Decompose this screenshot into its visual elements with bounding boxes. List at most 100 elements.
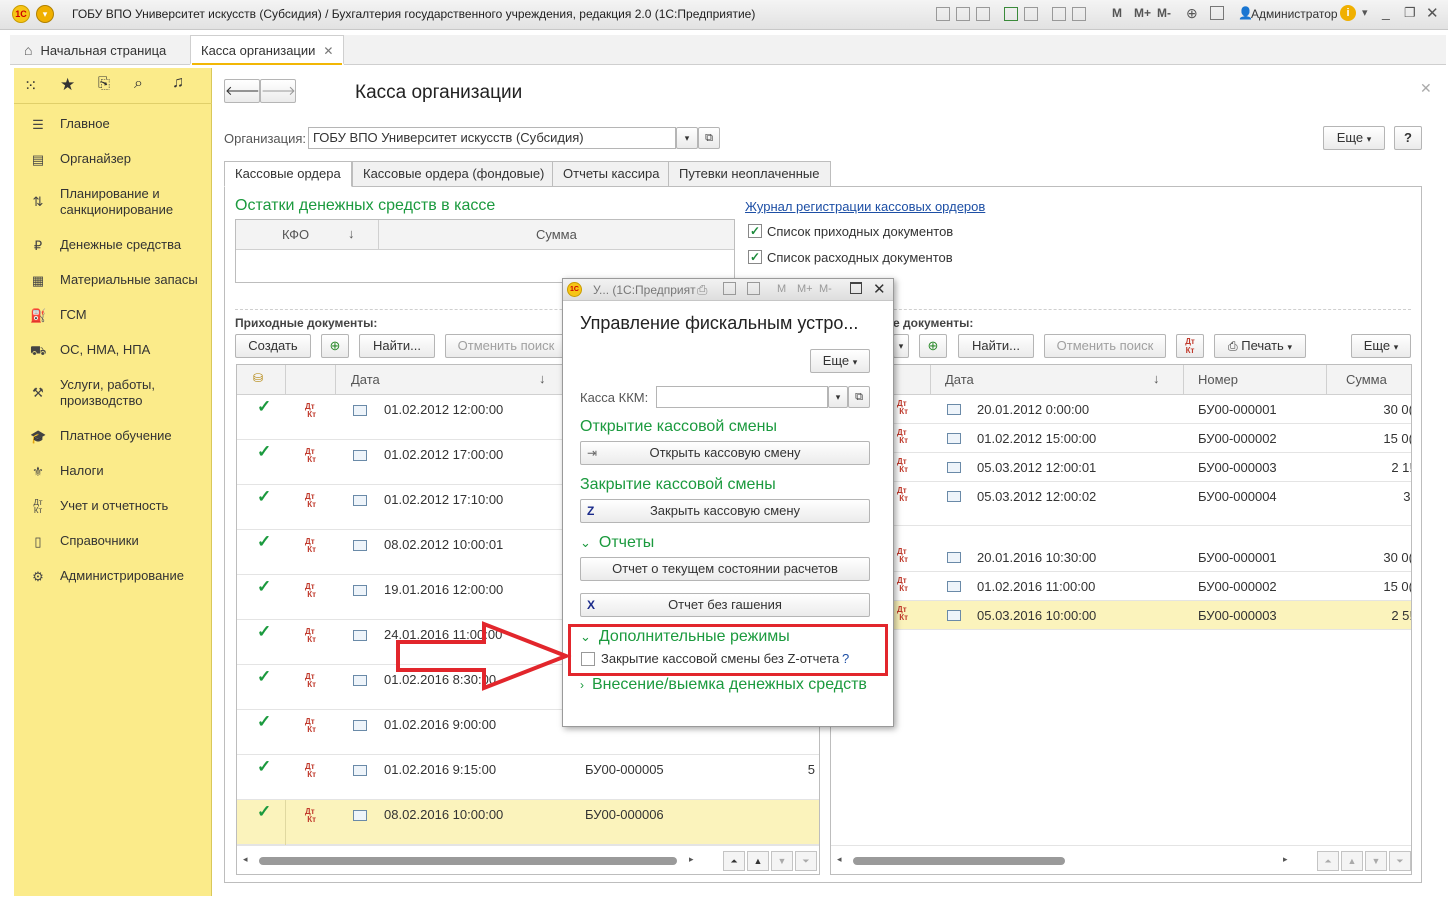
- close-form-icon[interactable]: ✕: [1420, 80, 1432, 97]
- tab-cash[interactable]: Касса организации ✕: [190, 35, 345, 65]
- sidebar-item-organizer[interactable]: ▤ Органайзер: [14, 151, 212, 169]
- balance-col-sum[interactable]: Сумма: [536, 227, 577, 242]
- close-icon[interactable]: ✕: [323, 44, 333, 58]
- expense-create-dropdown[interactable]: ▾: [893, 334, 909, 358]
- memory-mminus-button[interactable]: M-: [1157, 6, 1171, 20]
- back-button[interactable]: 🡐: [224, 79, 260, 103]
- scroll-left-icon[interactable]: ◂: [837, 854, 842, 865]
- expense-table[interactable]: Дата ↓ Номер Сумма Дт Кт 20.01.2012 0:00:…: [830, 364, 1412, 875]
- dialog-close-icon[interactable]: ✕: [873, 280, 886, 298]
- org-field[interactable]: ГОБУ ВПО Университет искусств (Субсидия): [308, 127, 676, 149]
- kkm-open-button[interactable]: ⧉: [848, 386, 870, 408]
- upload-icon[interactable]: [1004, 6, 1018, 21]
- grid-icon[interactable]: ⁙: [24, 76, 37, 96]
- table-row[interactable]: Дт Кт 05.03.2012 12:00:02 БУ00-000004 3': [831, 482, 1411, 526]
- tab-home[interactable]: ⌂ Начальная страница: [14, 35, 176, 65]
- first-row-button[interactable]: ⏶: [1317, 851, 1339, 871]
- prev-row-button[interactable]: ▲: [747, 851, 769, 871]
- mail-icon[interactable]: [1024, 6, 1038, 21]
- table-row[interactable]: ✓ Дт Кт 01.02.2016 9:15:00 БУ00-000005 5: [237, 755, 819, 800]
- tab-cash-orders-fund[interactable]: Кассовые ордера (фондовые): [352, 161, 556, 187]
- save-icon[interactable]: [936, 6, 950, 21]
- calculator-icon[interactable]: [1052, 6, 1066, 21]
- table-row[interactable]: Дт Кт 01.02.2016 11:00:00 БУ00-000002 15 0(: [831, 572, 1411, 601]
- dialog-more-button[interactable]: Еще ▾: [810, 349, 870, 373]
- minimize-icon[interactable]: _: [1382, 4, 1390, 20]
- sidebar-item-inventory[interactable]: ▦ Материальные запасы: [14, 272, 212, 290]
- expense-col-date[interactable]: Дата: [945, 372, 974, 387]
- calendar-icon[interactable]: [1072, 6, 1086, 21]
- panels-icon[interactable]: [1210, 6, 1224, 20]
- sidebar-item-assets[interactable]: ⛟ ОС, НМА, НПА: [14, 342, 212, 360]
- expense-list-checkbox[interactable]: ✓: [748, 250, 762, 264]
- tab-cash-orders[interactable]: Кассовые ордера: [224, 161, 352, 187]
- main-menu-icon[interactable]: ▾: [36, 5, 54, 23]
- sidebar-item-accounting[interactable]: Дт Кт Учет и отчетность: [14, 498, 212, 516]
- memory-m-button[interactable]: M: [777, 283, 786, 295]
- org-dropdown-button[interactable]: ▾: [676, 127, 698, 149]
- zoom-icon[interactable]: ⊕: [1186, 5, 1198, 22]
- balance-table[interactable]: КФО ↓ Сумма: [235, 219, 735, 283]
- create-button[interactable]: Создать: [235, 334, 311, 358]
- expense-col-sum[interactable]: Сумма: [1346, 372, 1387, 387]
- income-hscroll[interactable]: [259, 857, 677, 865]
- income-cancel-search-button[interactable]: Отменить поиск: [445, 334, 567, 358]
- report-state-button[interactable]: Отчет о текущем состоянии расчетов: [580, 557, 870, 581]
- expense-more-button[interactable]: Еще ▾: [1351, 334, 1411, 358]
- table-row[interactable]: ✓ Дт Кт 08.02.2016 10:00:00 БУ00-000006: [237, 800, 819, 845]
- sidebar-item-planning[interactable]: ⇅ Планирование и санкционирование: [14, 186, 212, 220]
- expense-copy-add-button[interactable]: ⊕: [919, 334, 947, 358]
- dtkt-button[interactable]: Дт Кт: [1176, 334, 1204, 358]
- calculator-icon[interactable]: [723, 282, 736, 295]
- close-window-icon[interactable]: ✕: [1426, 4, 1439, 22]
- memory-m-button[interactable]: M: [1112, 6, 1122, 20]
- tab-vouchers-unpaid[interactable]: Путевки неоплаченные: [668, 161, 831, 187]
- scroll-right-icon[interactable]: ▸: [689, 854, 694, 865]
- last-row-button[interactable]: ⏷: [795, 851, 817, 871]
- sidebar-item-education[interactable]: 🎓 Платное обучение: [14, 428, 212, 446]
- history-icon[interactable]: ⎘: [98, 75, 110, 92]
- help-button[interactable]: ?: [1394, 126, 1422, 150]
- kkm-field[interactable]: [656, 386, 828, 408]
- close-shift-button[interactable]: Z Закрыть кассовую смену: [580, 499, 870, 523]
- table-row[interactable]: Дт Кт 05.03.2012 12:00:01 БУ00-000003 2 1!: [831, 453, 1411, 482]
- sidebar-item-catalogs[interactable]: ▯ Справочники: [14, 533, 212, 551]
- copy-add-button[interactable]: ⊕: [321, 334, 349, 358]
- next-row-button[interactable]: ▼: [1365, 851, 1387, 871]
- sidebar-item-admin[interactable]: ⚙ Администрирование: [14, 568, 212, 586]
- prev-row-button[interactable]: ▲: [1341, 851, 1363, 871]
- sidebar-item-services[interactable]: ⚒ Услуги, работы, производство: [14, 377, 212, 411]
- expense-cancel-search-button[interactable]: Отменить поиск: [1044, 334, 1166, 358]
- sidebar-item-fuel[interactable]: ⛽ ГСМ: [14, 307, 212, 325]
- table-row[interactable]: Дт Кт 05.03.2016 10:00:00 БУ00-000003 2 5!: [831, 601, 1411, 630]
- scroll-left-icon[interactable]: ◂: [243, 854, 248, 865]
- journal-link[interactable]: Журнал регистрации кассовых ордеров: [745, 199, 985, 214]
- user-name[interactable]: Администратор: [1251, 7, 1338, 21]
- forward-button[interactable]: 🡒: [260, 79, 296, 103]
- more-button[interactable]: Еще ▾: [1323, 126, 1385, 150]
- last-row-button[interactable]: ⏷: [1389, 851, 1411, 871]
- kkm-dropdown-button[interactable]: ▾: [828, 386, 848, 408]
- star-icon[interactable]: ★: [60, 75, 75, 95]
- memory-mplus-button[interactable]: M+: [1134, 6, 1151, 20]
- balance-col-kfo[interactable]: КФО: [282, 227, 309, 242]
- print-button[interactable]: ⎙ Печать ▾: [1214, 334, 1306, 358]
- app-logo[interactable]: 1С: [12, 5, 30, 23]
- table-row[interactable]: Дт Кт 20.01.2016 10:30:00 БУ00-000001 30 0(: [831, 543, 1411, 572]
- bell-icon[interactable]: ♫: [172, 74, 184, 92]
- preview-icon[interactable]: [976, 6, 990, 21]
- cash-in-out-section[interactable]: › Внесение/выемка денежных средств: [580, 676, 867, 694]
- info-menu-icon[interactable]: ▾: [1362, 6, 1368, 19]
- info-icon[interactable]: i: [1340, 5, 1356, 21]
- expense-col-number[interactable]: Номер: [1198, 372, 1238, 387]
- maximize-icon[interactable]: [850, 282, 862, 294]
- sidebar-item-taxes[interactable]: ⚜ Налоги: [14, 463, 212, 481]
- scroll-right-icon[interactable]: ▸: [1283, 854, 1288, 865]
- tab-cashier-reports[interactable]: Отчеты кассира: [552, 161, 671, 187]
- memory-mminus-button[interactable]: M-: [819, 283, 832, 295]
- print-icon[interactable]: ⎙: [697, 282, 707, 298]
- restore-icon[interactable]: ❐: [1404, 5, 1416, 21]
- memory-mplus-button[interactable]: M+: [797, 283, 813, 295]
- report-x-button[interactable]: X Отчет без гашения: [580, 593, 870, 617]
- table-row[interactable]: Дт Кт 01.02.2012 15:00:00 БУ00-000002 15 0(: [831, 424, 1411, 453]
